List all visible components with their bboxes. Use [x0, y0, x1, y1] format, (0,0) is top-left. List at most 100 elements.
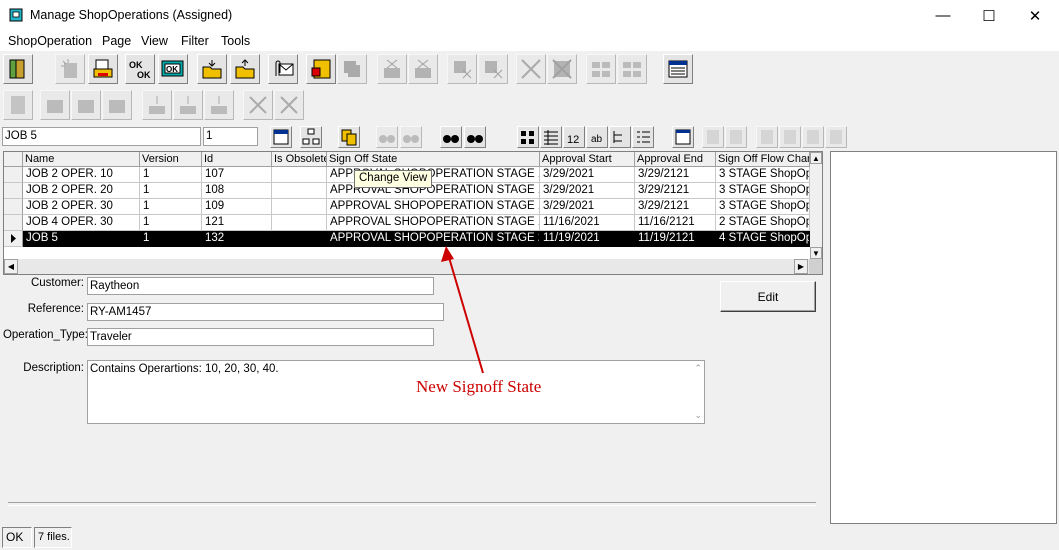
ok-stamp-icon: OK	[161, 60, 184, 77]
column-header-is-obsolete[interactable]: Is Obsolete	[272, 152, 327, 167]
print-button[interactable]	[88, 54, 118, 84]
calendar-button[interactable]	[270, 126, 292, 148]
textarea-scroll-down-icon[interactable]: ⌄	[694, 410, 702, 421]
job-filter-input[interactable]: JOB 5	[2, 127, 201, 146]
tool-2-button[interactable]	[71, 90, 101, 120]
menu-page[interactable]: Page	[102, 34, 131, 48]
tool-6-button[interactable]	[204, 90, 234, 120]
tool-3-button[interactable]	[102, 90, 132, 120]
folder-export-button[interactable]	[230, 54, 260, 84]
menu-tools[interactable]: Tools	[221, 34, 250, 48]
change-view-button[interactable]	[338, 126, 360, 148]
doc-export-button[interactable]	[802, 126, 824, 148]
binoculars-icon	[379, 135, 395, 143]
ok-ok-button[interactable]: OK OK	[125, 54, 155, 84]
customer-field[interactable]: Raytheon	[87, 277, 434, 295]
tool-5-button[interactable]	[173, 90, 203, 120]
row-selector[interactable]	[4, 215, 23, 231]
view-list-button[interactable]	[632, 126, 654, 148]
folder-import-button[interactable]	[197, 54, 227, 84]
minimize-button[interactable]: —	[920, 0, 966, 31]
doc-save-button[interactable]	[779, 126, 801, 148]
number-filter-input[interactable]: 1	[203, 127, 258, 146]
row-selector[interactable]	[4, 231, 23, 247]
row-selector[interactable]	[4, 199, 23, 215]
table-row[interactable]: JOB 4 OPER. 30 1 121 APPROVAL SHOPOPERAT…	[4, 215, 810, 231]
move-down-button[interactable]	[377, 54, 407, 84]
move-up-button[interactable]	[447, 54, 477, 84]
document-button[interactable]	[3, 90, 33, 120]
tool-4-button[interactable]	[142, 90, 172, 120]
view-sort-button[interactable]: 12	[563, 126, 585, 148]
title-bar: Manage ShopOperations (Assigned) — ☐ ✕	[0, 0, 1059, 31]
view-icons-button[interactable]	[517, 126, 539, 148]
tool-7-button[interactable]	[243, 90, 273, 120]
edit-button[interactable]: Edit	[720, 281, 816, 312]
description-textarea[interactable]: Contains Operartions: 10, 20, 30, 40. ⌃ …	[87, 360, 705, 424]
find-button[interactable]	[440, 126, 462, 148]
menu-shopoperation[interactable]: ShopOperation	[8, 34, 92, 48]
table-row-selected[interactable]: JOB 5 1 132 APPROVAL SHOPOPERATION STAGE…	[4, 231, 810, 247]
column-header-id[interactable]: Id	[202, 152, 272, 167]
delete-all-button[interactable]	[547, 54, 577, 84]
doc-remove-button[interactable]	[725, 126, 747, 148]
column-header-sign-off-state[interactable]: Sign Off State	[327, 152, 540, 167]
column-header-sign-off-flow[interactable]: Sign Off Flow Char	[716, 152, 810, 167]
scroll-left-arrow-icon[interactable]: ◀	[4, 259, 18, 274]
menu-bar: ShopOperation Page View Filter Tools	[0, 31, 1059, 51]
tool-8-button[interactable]	[274, 90, 304, 120]
reference-field[interactable]: RY-AM1457	[87, 303, 444, 321]
doc-remove-icon	[730, 130, 742, 144]
menu-filter[interactable]: Filter	[181, 34, 209, 48]
annotation-arrow-icon	[441, 246, 484, 374]
scroll-up-arrow-icon[interactable]: ▲	[810, 152, 822, 164]
exit-door-button[interactable]	[3, 54, 33, 84]
divider	[8, 502, 816, 506]
new-doc-icon	[61, 59, 77, 78]
doc-copy-button[interactable]	[756, 126, 778, 148]
doc-add-button[interactable]	[702, 126, 724, 148]
scroll-right-arrow-icon[interactable]: ▶	[794, 259, 808, 274]
svg-text:ab: ab	[591, 134, 603, 145]
column-header-version[interactable]: Version	[140, 152, 202, 167]
row-selector[interactable]	[4, 183, 23, 199]
delete-button[interactable]	[516, 54, 546, 84]
view-ab-button[interactable]: ab	[586, 126, 608, 148]
copy-button[interactable]	[337, 54, 367, 84]
doc-import-button[interactable]	[825, 126, 847, 148]
binoculars-button[interactable]	[376, 126, 398, 148]
row-selector[interactable]	[4, 167, 23, 183]
table-row[interactable]: JOB 2 OPER. 30 1 109 APPROVAL SHOPOPERAT…	[4, 199, 810, 215]
view-grid-button[interactable]	[540, 126, 562, 148]
close-button[interactable]: ✕	[1012, 0, 1058, 31]
reorder-all-button[interactable]	[617, 54, 647, 84]
window-title: Manage ShopOperations (Assigned)	[30, 8, 233, 22]
column-header-name[interactable]: Name	[23, 152, 140, 167]
operation-type-field[interactable]: Traveler	[87, 328, 434, 346]
scroll-down-arrow-icon[interactable]: ▼	[810, 247, 822, 259]
hierarchy-button[interactable]	[300, 126, 322, 148]
column-header-approval-end[interactable]: Approval End	[635, 152, 716, 167]
binoculars-2-button[interactable]	[400, 126, 422, 148]
menu-view[interactable]: View	[141, 34, 168, 48]
reorder-button[interactable]	[586, 54, 616, 84]
new-button[interactable]	[55, 54, 85, 84]
find-next-button[interactable]	[464, 126, 486, 148]
maximize-button[interactable]: ☐	[966, 0, 1012, 31]
view-tree-button[interactable]	[609, 126, 631, 148]
textarea-scroll-up-icon[interactable]: ⌃	[694, 363, 702, 374]
ok-approve-button[interactable]: OK	[158, 54, 188, 84]
cell-id: 108	[202, 183, 272, 199]
move-all-up-button[interactable]	[478, 54, 508, 84]
table-view-button[interactable]	[663, 54, 693, 84]
grid-horizontal-scrollbar[interactable]: ◀ ▶	[4, 259, 822, 274]
column-header-approval-start[interactable]: Approval Start	[540, 152, 635, 167]
tool-1-button[interactable]	[40, 90, 70, 120]
attach-mail-button[interactable]	[268, 54, 298, 84]
grid-vertical-scrollbar[interactable]: ▲ ▼	[810, 152, 822, 259]
operation-type-label: Operation_Type:	[2, 329, 88, 341]
move-all-down-button[interactable]	[408, 54, 438, 84]
window-button[interactable]	[672, 126, 694, 148]
icons-view-icon	[521, 131, 534, 144]
signoff-button[interactable]	[306, 54, 336, 84]
